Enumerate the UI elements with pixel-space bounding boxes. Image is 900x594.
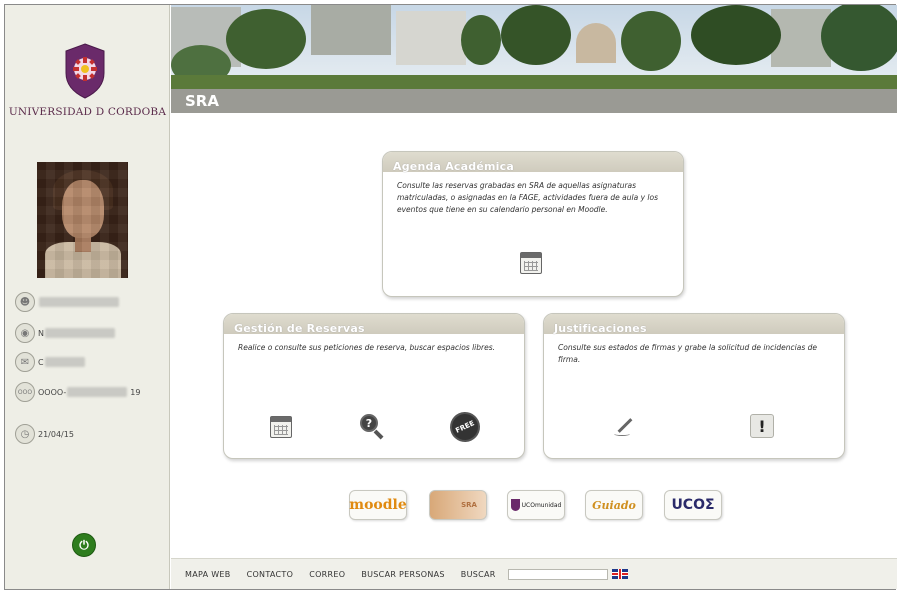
user-id-row: ◉ N bbox=[15, 322, 115, 344]
moodle-logo: moodle bbox=[349, 497, 407, 513]
user-email-prefix: C bbox=[38, 357, 44, 367]
reservas-card-description: Realice o consulte sus peticiones de res… bbox=[238, 343, 495, 352]
reservas-card[interactable]: Gestión de Reservas Realice o consulte s… bbox=[223, 313, 525, 459]
code-icon: OOO bbox=[15, 382, 35, 402]
university-logo[interactable] bbox=[62, 43, 108, 99]
power-icon: ⏻ bbox=[79, 537, 89, 552]
section-title: SRA bbox=[185, 92, 219, 110]
user-code-suffix: 19 bbox=[130, 387, 141, 397]
warning-icon[interactable]: ! bbox=[750, 414, 774, 438]
justificaciones-card-description: Consulte sus estados de firmas y grabe l… bbox=[558, 343, 817, 364]
user-code-row: OOO OOOO- 19 bbox=[15, 381, 140, 403]
ucosigma-logo: UCOΣ bbox=[671, 497, 715, 513]
agenda-card-header: Agenda Académica bbox=[383, 152, 683, 173]
user-date: 21/04/15 bbox=[38, 429, 74, 439]
user-date-row: ◷ 21/04/15 bbox=[15, 423, 74, 445]
ucomunidad-shield-icon bbox=[510, 499, 520, 511]
user-email-row: ✉ C bbox=[15, 351, 85, 373]
justificaciones-card-title[interactable]: Justificaciones bbox=[554, 322, 647, 335]
reservas-card-header: Gestión de Reservas bbox=[224, 314, 524, 335]
signature-pen-icon[interactable] bbox=[612, 414, 636, 438]
footer-link-mapa-web[interactable]: MAPA WEB bbox=[185, 570, 231, 579]
campus-banner bbox=[171, 5, 897, 89]
ucomunidad-link[interactable]: UCOmunidad bbox=[507, 490, 565, 520]
app-window: UNIVERSIDAD D CORDOBA ☻ ◉ N ✉ C OOO OOOO… bbox=[4, 4, 897, 590]
guiado-logo: Guiado bbox=[592, 498, 636, 512]
footer-link-correo[interactable]: CORREO bbox=[309, 570, 345, 579]
footer-link-buscar-personas[interactable]: BUSCAR PERSONAS bbox=[361, 570, 444, 579]
logout-button[interactable]: ⏻ bbox=[72, 533, 96, 557]
university-name: UNIVERSIDAD D CORDOBA bbox=[8, 106, 167, 118]
reservas-card-title[interactable]: Gestión de Reservas bbox=[234, 322, 365, 335]
user-icon: ☻ bbox=[15, 292, 35, 312]
redacted-code bbox=[67, 387, 128, 397]
justificaciones-card-header: Justificaciones bbox=[544, 314, 844, 335]
redacted-email bbox=[44, 357, 85, 367]
calendar-icon[interactable] bbox=[270, 416, 292, 438]
id-card-icon: ◉ bbox=[15, 323, 35, 343]
redacted-id bbox=[44, 328, 115, 338]
ucosigma-link[interactable]: UCOΣ bbox=[664, 490, 722, 520]
free-icon[interactable]: FREE bbox=[447, 409, 483, 445]
user-id-prefix: N bbox=[38, 328, 44, 338]
footer-link-contacto[interactable]: CONTACTO bbox=[247, 570, 294, 579]
sra-logo: SRA bbox=[461, 501, 477, 509]
email-icon: ✉ bbox=[15, 352, 35, 372]
search-icon[interactable]: ? bbox=[358, 412, 384, 440]
footer: MAPA WEB CONTACTO CORREO BUSCAR PERSONAS… bbox=[171, 558, 897, 589]
uk-flag-icon[interactable] bbox=[611, 569, 628, 579]
section-title-bar: SRA bbox=[171, 89, 897, 113]
user-name-row: ☻ bbox=[15, 291, 119, 313]
sidebar: UNIVERSIDAD D CORDOBA ☻ ◉ N ✉ C OOO OOOO… bbox=[5, 5, 170, 589]
redacted-name bbox=[39, 297, 119, 307]
sra-link[interactable]: SRA bbox=[429, 490, 487, 520]
moodle-link[interactable]: moodle bbox=[349, 490, 407, 520]
footer-link-buscar[interactable]: BUSCAR bbox=[461, 570, 496, 579]
guiado-link[interactable]: Guiado bbox=[585, 490, 643, 520]
ucomunidad-logo: UCOmunidad bbox=[521, 501, 562, 509]
agenda-card-title[interactable]: Agenda Académica bbox=[393, 160, 514, 173]
footer-search-input[interactable] bbox=[507, 568, 608, 580]
agenda-card[interactable]: Agenda Académica Consulte las reservas g… bbox=[382, 151, 684, 297]
main-content: Agenda Académica Consulte las reservas g… bbox=[171, 113, 897, 558]
date-icon: ◷ bbox=[15, 424, 35, 444]
user-code-prefix: OOOO- bbox=[38, 387, 67, 397]
justificaciones-card[interactable]: Justificaciones Consulte sus estados de … bbox=[543, 313, 845, 459]
calendar-grid-icon[interactable] bbox=[520, 252, 542, 274]
user-photo bbox=[37, 162, 128, 278]
agenda-card-description: Consulte las reservas grabadas en SRA de… bbox=[397, 181, 658, 214]
